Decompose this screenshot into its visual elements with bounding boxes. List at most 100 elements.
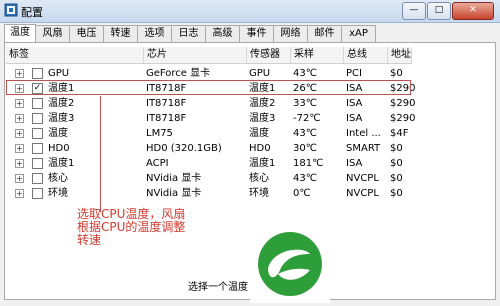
expand-icon[interactable]: +: [15, 174, 24, 183]
tab-options[interactable]: 选项: [137, 25, 172, 42]
row-sensor: 环境: [249, 188, 269, 199]
brand-logo: [250, 224, 330, 303]
row-sample: 43℃: [293, 173, 317, 184]
row-address: $0: [390, 143, 403, 154]
row-sensor: HD0: [249, 143, 271, 154]
row-sample: 30℃: [293, 143, 317, 154]
row-chip: NVidia 显卡: [146, 173, 202, 184]
row-bus: Intel ...: [346, 128, 381, 139]
tab-voltage[interactable]: 电压: [69, 25, 104, 42]
table-row[interactable]: + GPU GeForce 显卡 GPU 43℃ PCI $0: [6, 66, 412, 81]
tab-mail[interactable]: 邮件: [307, 25, 342, 42]
row-label: 温度2: [48, 98, 75, 109]
maximize-button[interactable]: □: [427, 2, 451, 20]
annotation-note: 选取CPU温度，风扇根据CPU的温度调整转速: [77, 207, 186, 247]
expand-icon[interactable]: +: [15, 144, 24, 153]
row-address: $0: [390, 68, 403, 79]
column-address[interactable]: 地址: [388, 47, 412, 63]
window-title: 配置: [21, 6, 43, 19]
expand-icon[interactable]: +: [15, 129, 24, 138]
row-checkbox[interactable]: [32, 188, 43, 199]
row-sample: 33℃: [293, 98, 317, 109]
table-row[interactable]: + 温度 LM75 温度 43℃ Intel ... $4F: [6, 126, 412, 141]
table-row[interactable]: + 温度3 IT8718F 温度3 -72℃ ISA $290: [6, 111, 416, 126]
tab-advanced[interactable]: 高级: [205, 25, 240, 42]
tab-log[interactable]: 日志: [171, 25, 206, 42]
row-sensor: 温度3: [249, 113, 276, 124]
table-row[interactable]: + 核心 NVidia 显卡 核心 43℃ NVCPL $0: [6, 171, 412, 186]
sensor-table-header: 标签 芯片 传感器 采样 总线 地址: [6, 47, 412, 64]
row-checkbox[interactable]: [32, 173, 43, 184]
column-chip[interactable]: 芯片: [144, 47, 247, 63]
row-chip: HD0 (320.1GB): [146, 143, 222, 154]
row-sensor: 温度1: [249, 158, 276, 169]
table-row[interactable]: + 温度1 ACPI 温度1 181℃ ISA $0: [6, 156, 412, 171]
row-label: 环境: [48, 188, 68, 199]
row-checkbox[interactable]: [32, 143, 43, 154]
column-sensor[interactable]: 传感器: [247, 47, 291, 63]
tab-temperature[interactable]: 温度: [4, 24, 36, 43]
row-chip: ACPI: [146, 158, 169, 169]
row-chip: LM75: [146, 128, 173, 139]
row-chip: IT8718F: [146, 98, 187, 109]
close-button[interactable]: ✕: [452, 2, 494, 20]
row-checkbox[interactable]: [32, 113, 43, 124]
row-sensor: 温度2: [249, 98, 276, 109]
column-sample[interactable]: 采样: [291, 47, 344, 63]
tab-events[interactable]: 事件: [239, 25, 274, 42]
row-bus: ISA: [346, 98, 363, 109]
column-label[interactable]: 标签: [6, 47, 144, 63]
row-sensor: GPU: [249, 68, 271, 79]
row-checkbox[interactable]: [32, 68, 43, 79]
row-chip: NVidia 显卡: [146, 188, 202, 199]
expand-icon[interactable]: +: [15, 189, 24, 198]
row-label: GPU: [48, 68, 70, 79]
annotation-line: [100, 96, 101, 212]
row-label: HD0: [48, 143, 70, 154]
expand-icon[interactable]: +: [15, 69, 24, 78]
row-bus: ISA: [346, 113, 363, 124]
row-sample: -72℃: [293, 113, 321, 124]
table-row[interactable]: + 环境 NVidia 显卡 环境 0℃ NVCPL $0: [6, 186, 412, 201]
table-row[interactable]: + 温度2 IT8718F 温度2 33℃ ISA $290: [6, 96, 416, 111]
row-label: 温度: [48, 128, 68, 139]
expand-icon[interactable]: +: [15, 114, 24, 123]
row-bus: SMART: [346, 143, 381, 154]
row-address: $290: [390, 113, 416, 124]
app-icon: [4, 3, 18, 17]
expand-icon[interactable]: +: [15, 159, 24, 168]
row-sample: 43℃: [293, 128, 317, 139]
leaf-logo-icon: [258, 232, 322, 296]
tab-fan[interactable]: 风扇: [35, 25, 70, 42]
tab-speed[interactable]: 转速: [103, 25, 138, 42]
row-label: 核心: [48, 173, 68, 184]
row-address: $0: [390, 173, 403, 184]
tab-network[interactable]: 网络: [273, 25, 308, 42]
row-bus: NVCPL: [346, 188, 379, 199]
row-address: $0: [390, 188, 403, 199]
row-label: 温度3: [48, 113, 75, 124]
row-checkbox[interactable]: [32, 158, 43, 169]
row-bus: NVCPL: [346, 173, 379, 184]
row-bus: ISA: [346, 158, 363, 169]
tab-strip: 温度 风扇 电压 转速 选项 日志 高级 事件 网络 邮件 xAP: [4, 24, 496, 43]
expand-icon[interactable]: +: [15, 99, 24, 108]
row-sample: 181℃: [293, 158, 324, 169]
row-address: $290: [390, 98, 416, 109]
title-bar: 配置 — □ ✕: [0, 0, 500, 23]
row-chip: GeForce 显卡: [146, 68, 211, 79]
table-row[interactable]: + HD0 HD0 (320.1GB) HD0 30℃ SMART $0: [6, 141, 412, 156]
row-checkbox[interactable]: [32, 128, 43, 139]
row-sample: 0℃: [293, 188, 311, 199]
row-checkbox[interactable]: [32, 98, 43, 109]
tab-xap[interactable]: xAP: [341, 25, 376, 42]
row-sensor: 核心: [249, 173, 269, 184]
row-chip: IT8718F: [146, 113, 187, 124]
row-sample: 43℃: [293, 68, 317, 79]
column-bus[interactable]: 总线: [344, 47, 388, 63]
row-sensor: 温度: [249, 128, 269, 139]
row-address: $0: [390, 158, 403, 169]
selected-row-highlight: [6, 80, 411, 95]
minimize-button[interactable]: —: [402, 2, 426, 20]
row-label: 温度1: [48, 158, 75, 169]
